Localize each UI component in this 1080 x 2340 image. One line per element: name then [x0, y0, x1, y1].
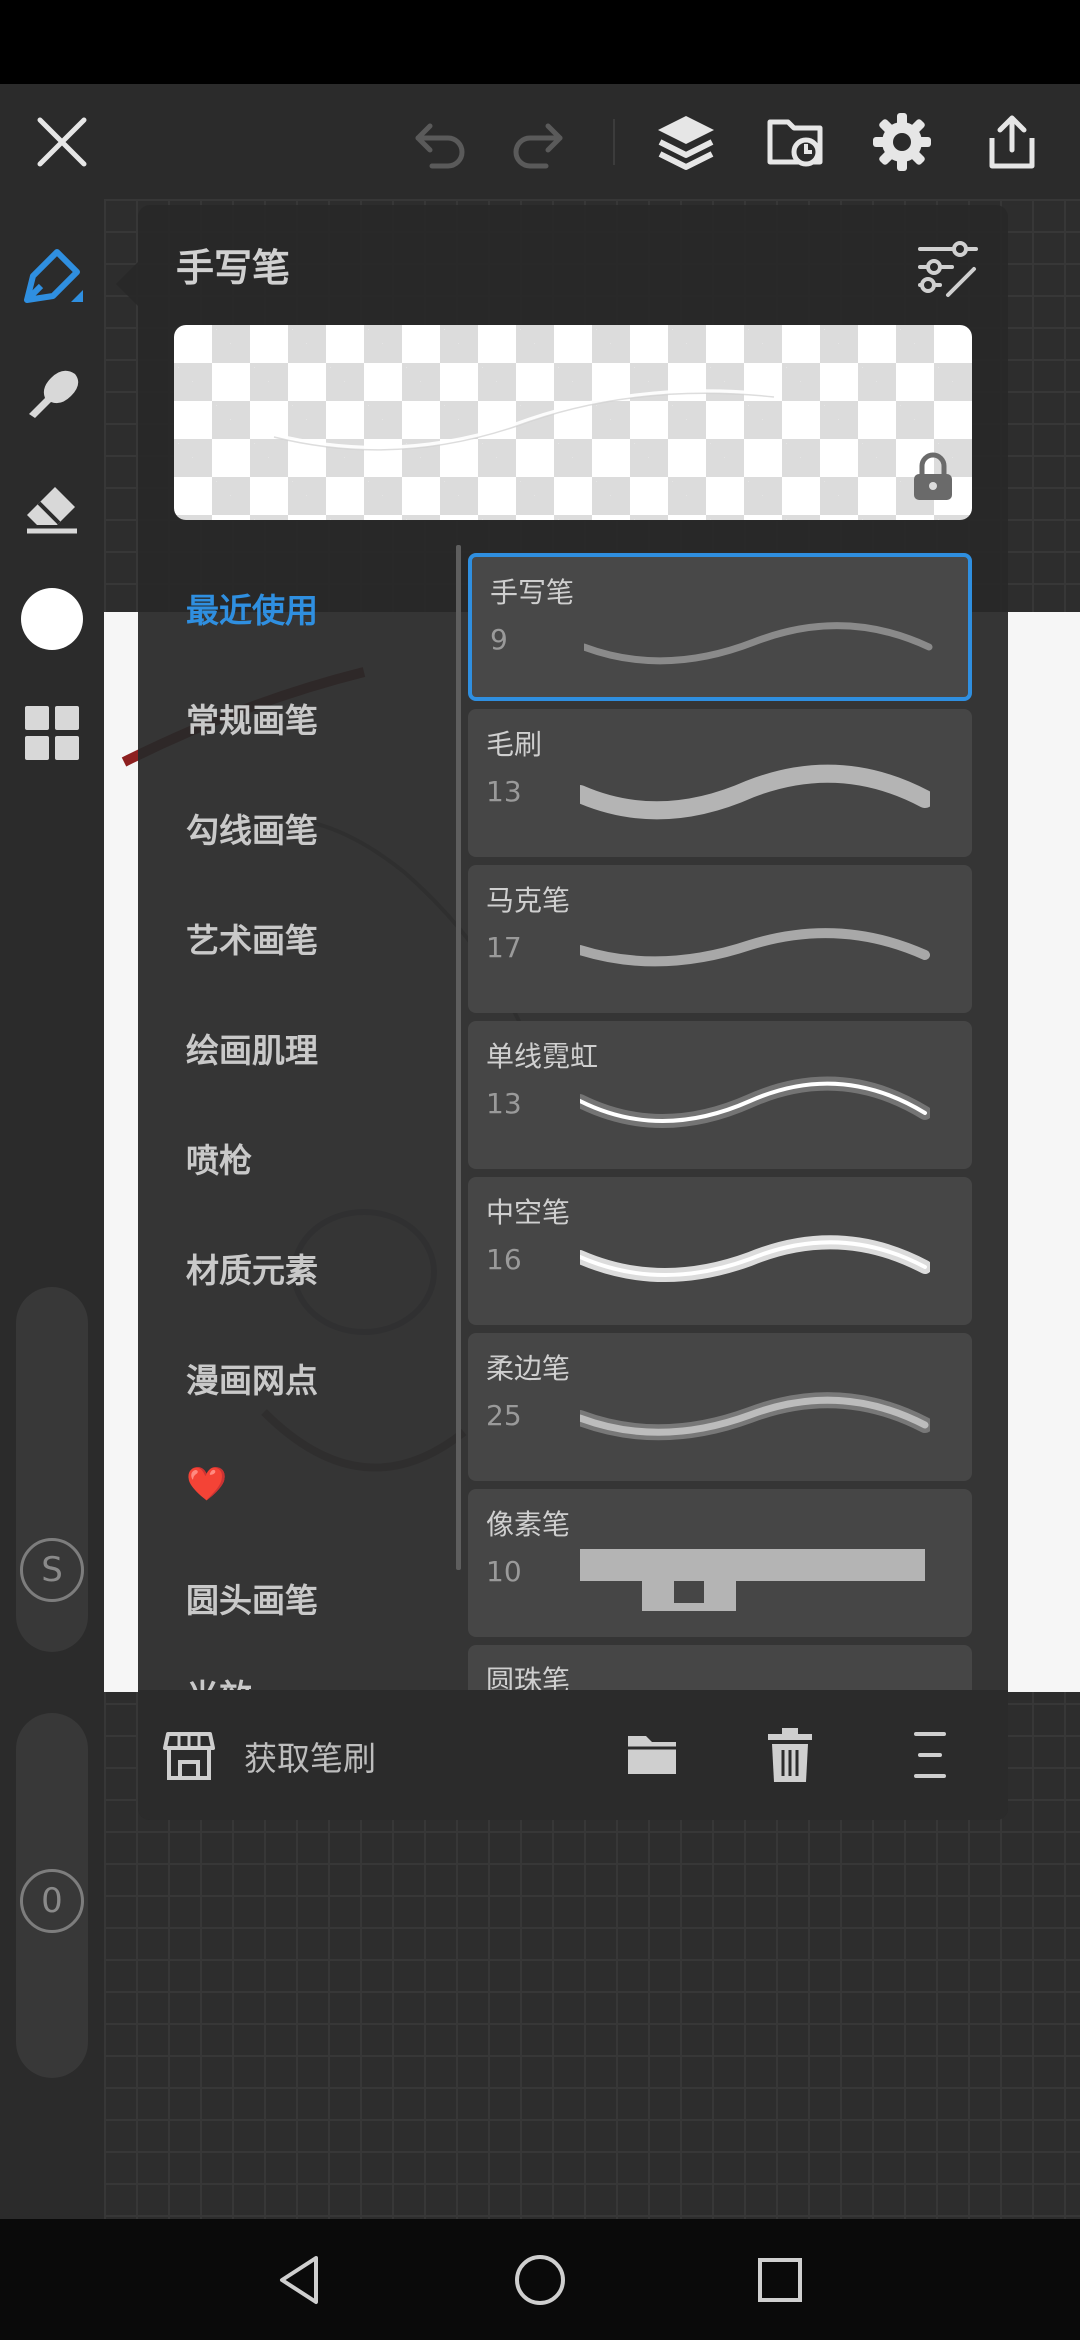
brush-size: 17 [486, 931, 522, 964]
brush-stroke-preview [580, 1076, 930, 1128]
brush-stroke-preview [580, 1549, 925, 1611]
category-art[interactable]: 艺术画笔 [186, 914, 318, 962]
category-recent[interactable]: 最近使用 [186, 584, 318, 632]
trash-icon[interactable] [766, 1726, 814, 1784]
brush-library-panel: 手写笔 最近使用 常规画笔 勾线画笔 艺术画笔 绘画肌理 喷枪 材质元素 漫画网… [138, 205, 1008, 1820]
gear-icon[interactable] [852, 84, 952, 199]
brush-stroke-preview [580, 1392, 930, 1441]
brush-stroke-preview [580, 1665, 930, 1690]
get-brushes-label[interactable]: 获取笔刷 [244, 1732, 376, 1780]
brush-size: 9 [490, 623, 508, 656]
system-nav-bar [0, 2219, 1080, 2340]
category-general[interactable]: 常规画笔 [186, 694, 318, 742]
opacity-slider-label: 0 [20, 1869, 84, 1933]
category-airbrush[interactable]: 喷枪 [186, 1134, 252, 1182]
eraser-icon[interactable] [12, 464, 92, 544]
brush-item[interactable]: 圆珠笔 [468, 1645, 972, 1690]
redo-icon[interactable] [488, 84, 588, 199]
brush-size: 25 [486, 1399, 522, 1432]
brush-name: 手写笔 [490, 576, 575, 609]
folder-icon[interactable] [624, 1728, 680, 1782]
brush-item[interactable]: 毛刷 13 [468, 709, 972, 857]
brush-name: 中空笔 [486, 1196, 571, 1229]
brush-settings-icon[interactable] [916, 237, 980, 301]
recents-icon[interactable] [720, 2219, 840, 2340]
top-toolbar [0, 84, 1080, 199]
category-lineart[interactable]: 勾线画笔 [186, 804, 318, 852]
brush-stroke-preview [580, 928, 930, 967]
left-toolbar: S 0 [0, 199, 104, 2219]
brush-size: 13 [486, 1087, 522, 1120]
brush-name: 柔边笔 [486, 1352, 571, 1385]
category-round[interactable]: 圆头画笔 [186, 1574, 318, 1622]
category-list: 最近使用 常规画笔 勾线画笔 艺术画笔 绘画肌理 喷枪 材质元素 漫画网点 ❤️… [138, 545, 456, 1690]
store-icon[interactable] [162, 1728, 216, 1782]
category-favorites[interactable]: ❤️ [186, 1464, 227, 1504]
panel-footer: 获取笔刷 [138, 1690, 1008, 1820]
brush-list: 手写笔 9 毛刷 13 马克笔 17 单线霓虹 13 中空笔 16 柔边笔 25 [468, 545, 982, 1690]
brush-stroke-preview [580, 764, 930, 820]
toolbar-separator [613, 119, 615, 165]
lock-icon[interactable] [910, 452, 956, 502]
brush-name: 圆珠笔 [486, 1664, 571, 1690]
menu-icon[interactable] [910, 1728, 950, 1782]
share-icon[interactable] [962, 84, 1062, 199]
status-bar [0, 0, 1080, 84]
brush-item[interactable]: 柔边笔 25 [468, 1333, 972, 1481]
smudge-icon[interactable] [12, 351, 92, 431]
category-screentone[interactable]: 漫画网点 [186, 1354, 318, 1402]
brush-item[interactable]: 中空笔 16 [468, 1177, 972, 1325]
category-divider [456, 545, 461, 1570]
brush-icon[interactable] [12, 237, 92, 317]
import-icon[interactable] [746, 84, 846, 199]
category-material[interactable]: 材质元素 [186, 1244, 318, 1292]
back-icon[interactable] [240, 2219, 360, 2340]
brush-size: 13 [486, 775, 522, 808]
brush-stroke-preview [584, 622, 933, 665]
brush-item[interactable]: 马克笔 17 [468, 865, 972, 1013]
color-swatch[interactable] [12, 579, 92, 659]
brush-name: 像素笔 [486, 1508, 571, 1541]
brush-name: 马克笔 [486, 884, 571, 917]
brush-item[interactable]: 手写笔 9 [468, 553, 972, 701]
gallery-icon[interactable] [12, 693, 92, 773]
category-lighting[interactable]: 光效 [186, 1670, 252, 1690]
panel-title: 手写笔 [176, 246, 291, 290]
brush-stroke-preview [580, 1235, 930, 1282]
layers-icon[interactable] [636, 84, 736, 199]
brush-item[interactable]: 单线霓虹 13 [468, 1021, 972, 1169]
undo-icon[interactable] [390, 84, 490, 199]
home-icon[interactable] [480, 2219, 600, 2340]
brush-size: 10 [486, 1555, 522, 1588]
brush-preview[interactable] [174, 325, 972, 520]
size-slider-label: S [20, 1538, 84, 1602]
panel-pointer [116, 262, 138, 306]
category-texture[interactable]: 绘画肌理 [186, 1024, 318, 1072]
brush-size: 16 [486, 1243, 522, 1276]
brush-item[interactable]: 像素笔 10 [468, 1489, 972, 1637]
brush-name: 毛刷 [486, 728, 543, 761]
close-icon[interactable] [12, 84, 112, 199]
